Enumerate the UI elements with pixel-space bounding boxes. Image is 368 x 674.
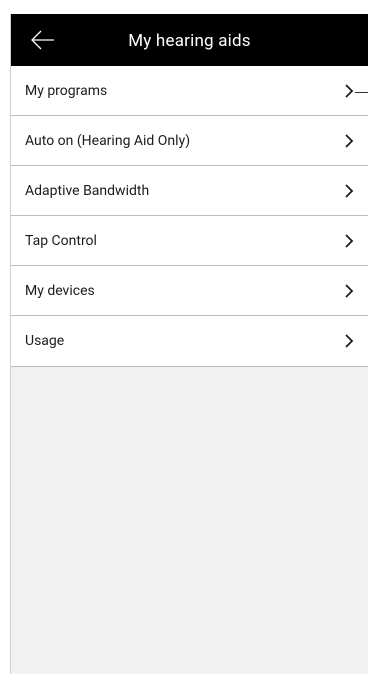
chevron-right-icon (345, 334, 354, 348)
menu-item-adaptive-bandwidth[interactable]: Adaptive Bandwidth (11, 166, 368, 216)
menu-item-my-programs[interactable]: My programs (11, 66, 368, 116)
chevron-right-icon (345, 234, 354, 248)
menu-item-label: Auto on (Hearing Aid Only) (25, 132, 191, 149)
chevron-right-icon (345, 284, 354, 298)
menu-item-label: My devices (25, 282, 95, 299)
menu-item-my-devices[interactable]: My devices (11, 266, 368, 316)
chevron-right-icon (345, 134, 354, 148)
menu-item-auto-on[interactable]: Auto on (Hearing Aid Only) (11, 116, 368, 166)
settings-menu: My programs Auto on (Hearing Aid Only) A… (11, 66, 368, 367)
menu-item-label: Usage (25, 333, 65, 349)
menu-item-label: Tap Control (25, 232, 97, 249)
menu-item-usage[interactable]: Usage (11, 316, 368, 366)
app-screen: My hearing aids My programs Auto on (Hea… (10, 14, 368, 674)
chevron-right-icon (345, 184, 354, 198)
page-title: My hearing aids (128, 31, 251, 51)
pointer-line (355, 92, 368, 93)
app-header: My hearing aids (11, 14, 368, 66)
menu-item-label: My programs (25, 82, 108, 99)
menu-item-label: Adaptive Bandwidth (25, 182, 150, 199)
menu-item-tap-control[interactable]: Tap Control (11, 216, 368, 266)
chevron-right-icon (345, 84, 354, 98)
